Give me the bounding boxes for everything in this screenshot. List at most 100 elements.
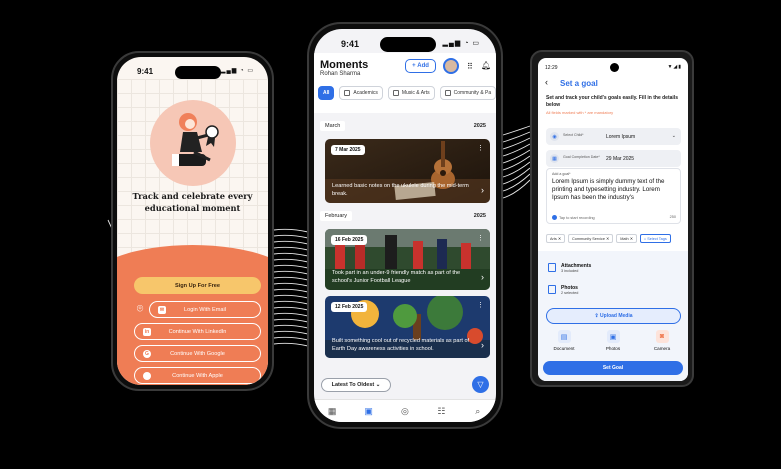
- filter-button[interactable]: ▽: [472, 376, 489, 393]
- moment-card[interactable]: 12 Feb 2025 ⋮ Built something cool out o…: [325, 296, 490, 358]
- gallery-icon: ▣: [606, 330, 620, 343]
- field-value: 29 Mar 2025: [606, 156, 635, 162]
- close-icon[interactable]: ✕: [629, 236, 633, 241]
- month-header: February 2025: [320, 211, 490, 223]
- sort-dropdown[interactable]: Latest To Oldest ⌄: [321, 378, 391, 392]
- filter-chips: All Academics Music & Arts Community & P…: [318, 86, 496, 100]
- tag-arts[interactable]: Arts ✕: [546, 234, 566, 243]
- student-illustration: [150, 100, 236, 186]
- month-year: 2025: [473, 213, 486, 219]
- completion-date-field[interactable]: ▦ Goal Completion Date* 29 Mar 2025: [546, 150, 681, 167]
- field-label: Select Child*: [563, 133, 584, 137]
- bottom-tab-bar: ▦ ▣ ◎ ☷ ⌕: [314, 399, 496, 422]
- moments-header: Moments Rohan Sharma + Add ⠿ 🔔︎ All Acad…: [314, 53, 496, 113]
- card-caption: Took part in an under-9 friendly match a…: [332, 270, 461, 284]
- close-icon[interactable]: ✕: [605, 236, 609, 241]
- chevron-down-icon: ⌄: [671, 133, 676, 139]
- tab-goals-icon[interactable]: ◎: [398, 404, 412, 418]
- month-header: March 2025: [320, 121, 490, 133]
- required-note: All fields marked with * are mandatory: [546, 110, 614, 115]
- select-tags-button[interactable]: ⌂ Select Tags: [639, 234, 671, 243]
- onboarding-tagline: Track and celebrate every educational mo…: [132, 191, 253, 213]
- community-icon: [444, 90, 451, 96]
- month-name: March: [320, 121, 346, 131]
- funnel-icon: ▽: [477, 380, 484, 389]
- close-icon[interactable]: ✕: [557, 236, 561, 241]
- chip-label: Music & Arts: [401, 90, 430, 96]
- child-icon: ◉: [550, 132, 559, 141]
- camera-hole: [610, 63, 619, 72]
- status-icons: ▂▄▆ ◔ ▭: [220, 68, 254, 74]
- tag-label: Community Service: [572, 236, 605, 241]
- camera-option[interactable]: ◙ Camera: [642, 330, 682, 351]
- tag-math[interactable]: Math ✕: [616, 234, 637, 243]
- record-button[interactable]: Tap to start recording: [552, 215, 595, 220]
- more-icon[interactable]: ⋮: [477, 234, 484, 242]
- photos-count: 2 selected: [561, 291, 579, 295]
- more-icon[interactable]: ⋮: [477, 144, 484, 152]
- chip-music-arts[interactable]: Music & Arts: [387, 86, 435, 100]
- tag-label: Arts: [550, 236, 557, 241]
- palette-icon: [392, 90, 399, 96]
- chip-community[interactable]: Community & Pa: [439, 86, 496, 100]
- goal-text: Lorem Ipsum is simply dummy text of the …: [552, 178, 665, 201]
- card-date: 12 Feb 2025: [331, 302, 368, 312]
- chip-academics[interactable]: Academics: [339, 86, 383, 100]
- document-option[interactable]: ▤ Document: [544, 330, 584, 351]
- login-email-button[interactable]: ✉ Login With Email: [149, 301, 261, 318]
- linkedin-button[interactable]: in Continue With LinkedIn: [134, 323, 261, 340]
- signup-button[interactable]: Sign Up For Free: [134, 277, 261, 294]
- tab-search-icon[interactable]: ⌕: [471, 404, 485, 418]
- fingerprint-icon[interactable]: ⌾: [133, 301, 147, 318]
- field-label: Add a goal*: [552, 172, 571, 176]
- linkedin-label: Continue With LinkedIn: [168, 328, 227, 335]
- back-arrow-icon[interactable]: ‹: [545, 77, 548, 87]
- status-icons: ▼◢▮: [667, 64, 682, 70]
- moment-card[interactable]: 16 Feb 2025 ⋮ Took part in an under-9 fr…: [325, 229, 490, 290]
- add-button[interactable]: + Add: [405, 59, 436, 73]
- calendar-icon: ▦: [550, 154, 559, 163]
- media-label: Photos: [605, 346, 621, 351]
- apple-icon: [143, 371, 151, 380]
- select-child-field[interactable]: ◉ Select Child* Lorem Ipsum ⌄: [546, 128, 681, 145]
- card-caption: Built something cool out of recycled mat…: [332, 338, 470, 352]
- dynamic-island: [175, 66, 221, 79]
- status-icons: ▂▄▆ ◔ ▭: [442, 40, 480, 47]
- attachments-count: 3 included: [561, 269, 579, 273]
- month-name: February: [320, 211, 353, 221]
- google-button[interactable]: G Continue With Google: [134, 345, 261, 362]
- moment-card[interactable]: 7 Mar 2025 ⋮ Learned basic notes on the …: [325, 139, 490, 203]
- chip-all[interactable]: All: [318, 86, 335, 100]
- avatar[interactable]: [443, 58, 459, 74]
- char-count: 250: [669, 215, 676, 219]
- upload-media-button[interactable]: ⇪ Upload Media: [546, 308, 681, 324]
- chevron-right-icon: ›: [481, 340, 484, 350]
- linkedin-icon: in: [143, 327, 151, 336]
- tag-community-service[interactable]: Community Service ✕: [568, 234, 614, 243]
- goal-textarea[interactable]: Add a goal* Lorem Ipsum is simply dummy …: [546, 168, 681, 224]
- chip-label: Community & Pa: [453, 90, 492, 96]
- image-icon: [548, 285, 556, 294]
- tab-moments-icon[interactable]: ▣: [362, 404, 376, 418]
- tab-dashboard-icon[interactable]: ▦: [325, 404, 339, 418]
- bell-icon[interactable]: 🔔︎: [481, 61, 491, 70]
- chevron-down-icon: ⌄: [374, 382, 381, 388]
- media-label: Camera: [653, 346, 671, 351]
- goal-phone: 12:29 ▼◢▮ ‹ Set a goal Set and track you…: [530, 50, 694, 387]
- apple-button[interactable]: Continue With Apple: [134, 367, 261, 384]
- moments-phone: 9:41 ▂▄▆ ◔ ▭ Moments Rohan Sharma + Add …: [307, 22, 503, 429]
- page-description: Set and track your child's goals easily.…: [546, 95, 678, 108]
- login-email-label: Login With Email: [184, 306, 226, 313]
- tab-activities-icon[interactable]: ☷: [434, 404, 448, 418]
- page-title: Moments: [320, 59, 369, 71]
- chevron-right-icon: ›: [481, 272, 484, 282]
- sort-label: Latest To Oldest: [331, 382, 375, 388]
- user-name: Rohan Sharma: [320, 71, 361, 77]
- dynamic-island: [380, 37, 436, 52]
- more-icon[interactable]: ⋮: [477, 301, 484, 309]
- photos-option[interactable]: ▣ Photos: [593, 330, 633, 351]
- camera-icon: ◙: [655, 330, 669, 343]
- apps-grid-icon[interactable]: ⠿: [467, 62, 473, 71]
- set-goal-button[interactable]: Set Goal: [543, 361, 683, 375]
- tag-list: Arts ✕ Community Service ✕ Math ✕ ⌂ Sele…: [546, 234, 671, 243]
